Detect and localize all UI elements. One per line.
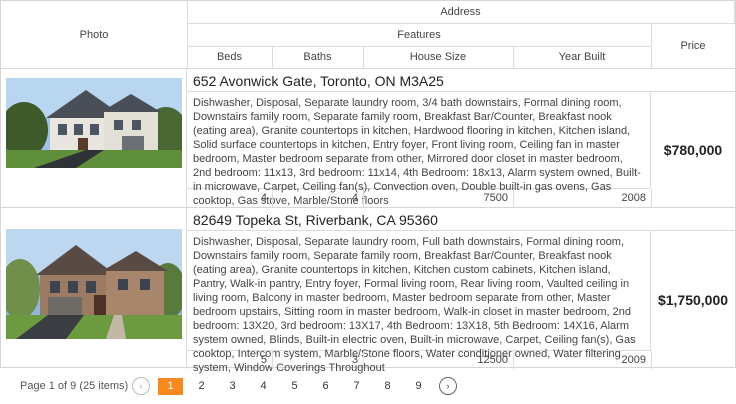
page-6-button[interactable]: 6: [313, 378, 338, 395]
table-row[interactable]: 82649 Topeka St, Riverbank, CA 95360 Dis…: [1, 207, 735, 374]
pager: Page 1 of 9 (25 items) ‹ 1 2 3 4 5 6 7 8…: [0, 368, 736, 404]
baths-value: 4: [272, 189, 364, 207]
house-photo: [6, 78, 182, 168]
features-text: Dishwasher, Disposal, Separate laundry r…: [187, 231, 651, 374]
price-value: $780,000: [663, 141, 723, 158]
header-beds[interactable]: Beds: [187, 46, 273, 69]
year-built-value: 2009: [513, 351, 652, 369]
house-size-value: 7500: [363, 189, 514, 207]
page-8-button[interactable]: 8: [375, 378, 400, 395]
price-value: $1,750,000: [657, 292, 729, 308]
prev-page-button[interactable]: ‹: [132, 377, 150, 395]
header-address[interactable]: Address: [187, 1, 735, 24]
beds-value: 5: [187, 351, 273, 369]
header-photo[interactable]: Photo: [1, 1, 188, 69]
header-baths[interactable]: Baths: [272, 46, 364, 69]
year-built-value: 2008: [513, 189, 652, 207]
header-price[interactable]: Price: [651, 23, 735, 69]
address-text: 652 Avonwick Gate, Toronto, ON M3A25: [187, 68, 735, 92]
address-text: 82649 Topeka St, Riverbank, CA 95360: [187, 207, 735, 231]
house-size-value: 12500: [363, 351, 514, 369]
header-house-size[interactable]: House Size: [363, 46, 514, 69]
table-row[interactable]: 652 Avonwick Gate, Toronto, ON M3A25 Dis…: [1, 68, 735, 208]
page-4-button[interactable]: 4: [251, 378, 276, 395]
features-text: Dishwasher, Disposal, Separate laundry r…: [187, 92, 651, 207]
page-5-button[interactable]: 5: [282, 378, 307, 395]
page-2-button[interactable]: 2: [189, 378, 214, 395]
header-year-built[interactable]: Year Built: [513, 46, 652, 69]
beds-value: 4: [187, 189, 273, 207]
property-grid: Photo Address Features Price Beds Baths …: [0, 0, 736, 374]
house-photo: [6, 229, 182, 339]
page-7-button[interactable]: 7: [344, 378, 369, 395]
page-3-button[interactable]: 3: [220, 378, 245, 395]
photo-cell: [1, 68, 187, 207]
baths-value: 3: [272, 351, 364, 369]
photo-cell: [1, 207, 187, 369]
page-1-button[interactable]: 1: [158, 377, 183, 395]
header-features[interactable]: Features: [187, 23, 652, 47]
pager-info: Page 1 of 9 (25 items): [20, 380, 129, 392]
next-page-button[interactable]: ›: [439, 377, 457, 395]
page-9-button[interactable]: 9: [406, 378, 431, 395]
